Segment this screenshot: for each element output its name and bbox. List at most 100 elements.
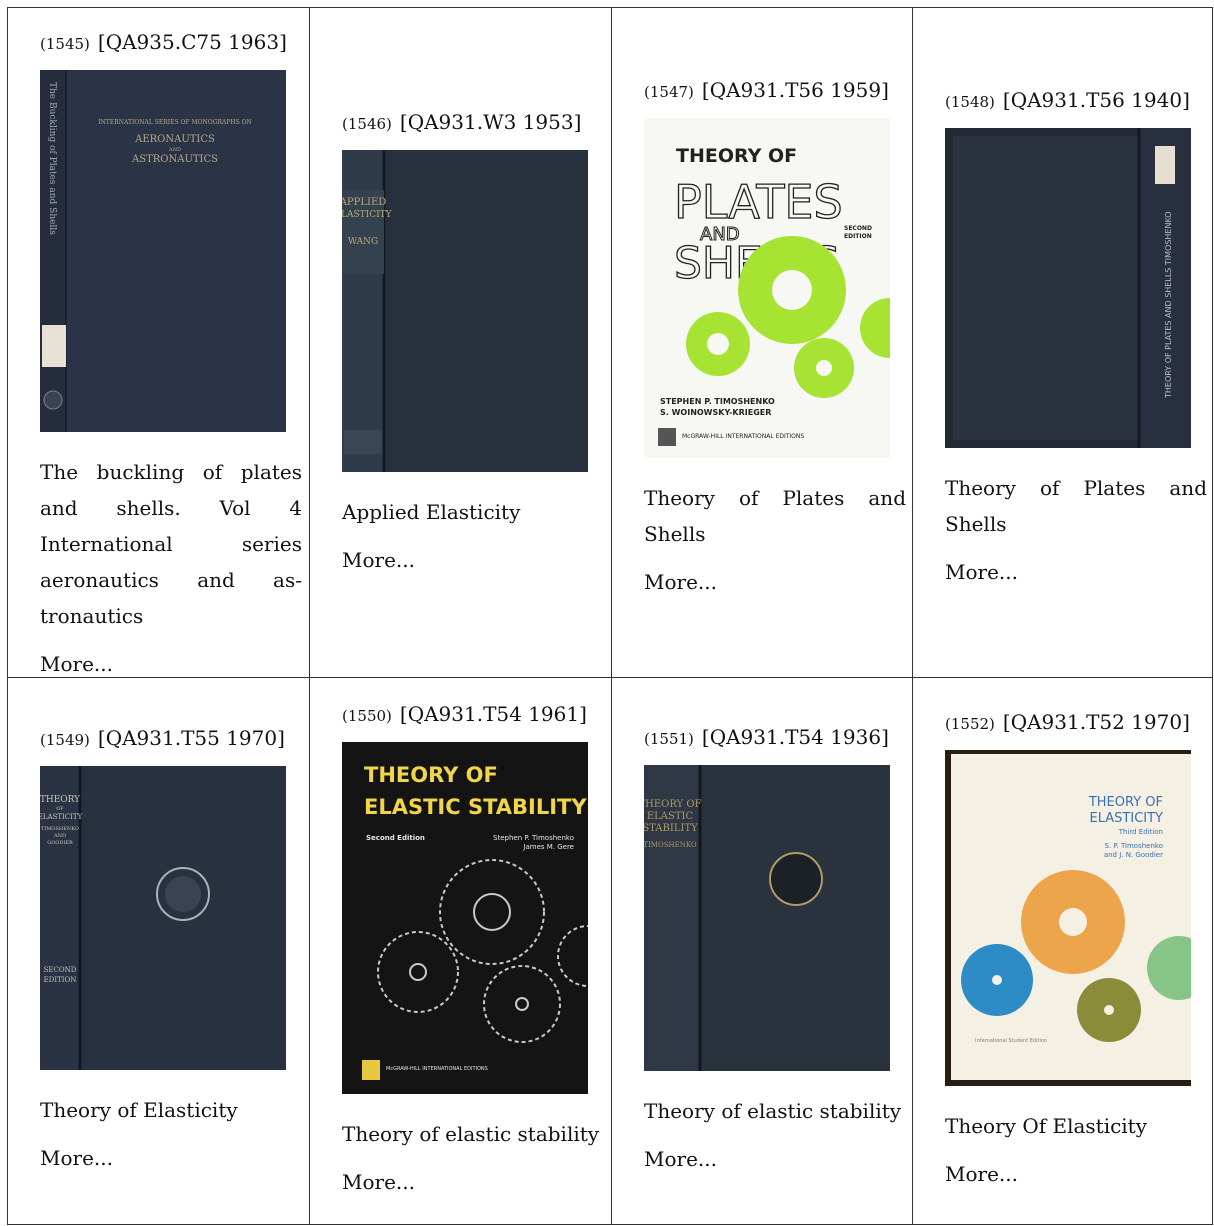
book-cell: (1549) [QA931.T55 1970] THEORY OF ELASTIC… <box>40 726 302 1170</box>
svg-text:THEORY: THEORY <box>40 795 81 805</box>
book-call: [QA931.T54 1936] <box>701 725 889 749</box>
book-index: (1548) <box>945 93 995 111</box>
book-cover-image[interactable]: THEORY OF ELASTIC STABILITY Second Editi… <box>342 742 588 1094</box>
svg-text:THEORY OF PLATES AND SHELLS: THEORY OF PLATES AND SHELLS TIMOSHENKO <box>1164 211 1173 399</box>
svg-text:AND: AND <box>53 833 66 839</box>
book-cell: (1548) [QA931.T56 1940] THEORY OF PLATES … <box>945 88 1207 584</box>
svg-text:SECOND: SECOND <box>44 966 77 974</box>
svg-text:The Buckling of Plates and She: The Buckling of Plates and Shells <box>47 82 57 235</box>
book-cover-image[interactable]: THEORY OF ELASTICITY Third Edition S. P.… <box>945 750 1191 1086</box>
svg-text:PLATES: PLATES <box>674 175 843 229</box>
book-call-number: (1546) [QA931.W3 1953] <box>342 110 604 136</box>
book-call-number: (1552) [QA931.T52 1970] <box>945 710 1207 736</box>
svg-text:WANG: WANG <box>348 237 378 247</box>
svg-text:McGRAW-HILL INTERNATIONAL EDIT: McGRAW-HILL INTERNATIONAL EDITIONS <box>386 1066 488 1072</box>
book-index: (1547) <box>644 83 694 101</box>
book-index: (1552) <box>945 715 995 733</box>
svg-text:ELASTICITY: ELASTICITY <box>342 210 393 220</box>
book-cell: (1546) [QA931.W3 1953] APPLIED ELASTICITY… <box>342 110 604 572</box>
book-call-number: (1545) [QA935.C75 1963] <box>40 30 302 56</box>
svg-text:AERONAUTICS: AERONAUTICS <box>134 134 215 145</box>
divider <box>611 8 612 1224</box>
svg-text:Third Edition: Third Edition <box>1118 828 1163 836</box>
svg-text:STEPHEN P. TIMOSHENKO: STEPHEN P. TIMOSHENKO <box>660 397 775 406</box>
svg-text:James M. Gere: James M. Gere <box>522 843 574 851</box>
svg-text:SECOND: SECOND <box>844 225 872 232</box>
book-cell: (1551) [QA931.T54 1936] THEORY OF ELASTIC… <box>644 725 906 1171</box>
svg-text:ELASTICITY: ELASTICITY <box>40 813 83 821</box>
divider <box>309 8 310 1224</box>
book-cell: (1547) [QA931.T56 1959] THEORY OF PLATES … <box>644 78 906 594</box>
book-call-number: (1547) [QA931.T56 1959] <box>644 78 906 104</box>
svg-text:AND: AND <box>168 147 181 153</box>
book-title: Theory of Plates and Shells <box>644 486 906 546</box>
book-call-number: (1549) [QA931.T55 1970] <box>40 726 302 752</box>
svg-text:S. WOINOWSKY-KRIEGER: S. WOINOWSKY-KRIEGER <box>660 408 771 417</box>
book-call: [QA931.T55 1970] <box>97 726 285 750</box>
book-cover-image[interactable]: THEORY OF PLATES AND SHELLS SECOND EDITI… <box>644 118 890 458</box>
svg-text:OF: OF <box>56 806 64 812</box>
svg-text:ELASTIC STABILITY: ELASTIC STABILITY <box>364 795 587 819</box>
divider <box>8 677 1212 678</box>
book-cell: (1545) [QA935.C75 1963] The Buckling of P… <box>40 30 302 676</box>
svg-text:EDITION: EDITION <box>44 976 77 984</box>
book-title: Theory of Plates and Shells <box>945 476 1207 536</box>
more-link[interactable]: More... <box>342 1170 415 1194</box>
book-index: (1546) <box>342 115 392 133</box>
svg-text:GOODIER: GOODIER <box>47 840 73 846</box>
book-title: Theory of elastic stability <box>644 1099 902 1123</box>
svg-text:Second Edition: Second Edition <box>366 834 425 842</box>
more-link[interactable]: More... <box>40 1146 113 1170</box>
book-title: The buckling of plates and shells. Vol 4… <box>40 460 302 628</box>
book-call: [QA931.T56 1959] <box>701 78 889 102</box>
book-index: (1549) <box>40 731 90 749</box>
book-call: [QA935.C75 1963] <box>97 30 287 54</box>
book-title: Theory of elastic stability <box>342 1122 600 1146</box>
book-call: [QA931.T54 1961] <box>399 702 587 726</box>
book-call-number: (1550) [QA931.T54 1961] <box>342 702 604 728</box>
svg-text:ELASTICITY: ELASTICITY <box>1090 811 1164 826</box>
book-call: [QA931.W3 1953] <box>399 110 582 134</box>
more-link[interactable]: More... <box>945 1162 1018 1186</box>
svg-text:S. P. Timoshenko: S. P. Timoshenko <box>1105 842 1164 850</box>
svg-text:INTERNATIONAL SERIES OF MONOGR: INTERNATIONAL SERIES OF MONOGRAPHS ON <box>98 119 252 126</box>
more-link[interactable]: More... <box>644 570 717 594</box>
book-title: Theory of Elasticity <box>40 1098 238 1122</box>
book-call-number: (1551) [QA931.T54 1936] <box>644 725 906 751</box>
svg-text:Stephen P. Timoshenko: Stephen P. Timoshenko <box>493 834 574 842</box>
svg-text:International Student Edition: International Student Edition <box>975 1038 1047 1044</box>
book-call-number: (1548) [QA931.T56 1940] <box>945 88 1207 114</box>
more-link[interactable]: More... <box>644 1147 717 1171</box>
svg-text:and J. N. Goodier: and J. N. Goodier <box>1104 851 1163 859</box>
book-cover-image[interactable]: THEORY OF PLATES AND SHELLS TIMOSHENKO <box>945 128 1191 448</box>
divider <box>912 8 913 1224</box>
svg-text:TIMOSHENKO: TIMOSHENKO <box>644 841 697 849</box>
book-call: [QA931.T56 1940] <box>1002 88 1190 112</box>
book-cover-image[interactable]: THEORY OF ELASTICITY TIMOSHENKO AND GOOD… <box>40 766 286 1070</box>
svg-text:McGRAW-HILL INTERNATIONAL EDIT: McGRAW-HILL INTERNATIONAL EDITIONS <box>682 433 804 440</box>
book-title: Applied Elasticity <box>342 500 521 524</box>
book-cell: (1550) [QA931.T54 1961] THEORY OF ELASTIC… <box>342 702 604 1194</box>
more-link[interactable]: More... <box>945 560 1018 584</box>
book-cell: (1552) [QA931.T52 1970] THEORY OF ELASTIC… <box>945 710 1207 1186</box>
book-call: [QA931.T52 1970] <box>1002 710 1190 734</box>
svg-text:ASTRONAUTICS: ASTRONAUTICS <box>131 154 218 165</box>
svg-text:STABILITY: STABILITY <box>644 823 698 834</box>
svg-text:EDITION: EDITION <box>844 233 872 240</box>
svg-text:TIMOSHENKO: TIMOSHENKO <box>41 826 79 832</box>
book-cover-image[interactable]: APPLIED ELASTICITY WANG <box>342 150 588 472</box>
book-cover-image[interactable]: The Buckling of Plates and Shells INTERN… <box>40 70 286 432</box>
book-title: Theory Of Elasticity <box>945 1114 1148 1138</box>
book-index: (1550) <box>342 707 392 725</box>
svg-text:ELASTIC: ELASTIC <box>647 811 694 822</box>
book-index: (1551) <box>644 730 694 748</box>
more-link[interactable]: More... <box>40 652 113 676</box>
more-link[interactable]: More... <box>342 548 415 572</box>
svg-text:APPLIED: APPLIED <box>342 197 386 208</box>
book-cover-image[interactable]: THEORY OF ELASTIC STABILITY TIMOSHENKO <box>644 765 890 1071</box>
svg-text:THEORY OF: THEORY OF <box>1088 795 1163 810</box>
svg-text:THEORY OF: THEORY OF <box>676 145 797 167</box>
svg-text:THEORY OF: THEORY OF <box>364 763 498 787</box>
book-index: (1545) <box>40 35 90 53</box>
svg-text:THEORY OF: THEORY OF <box>644 799 702 810</box>
